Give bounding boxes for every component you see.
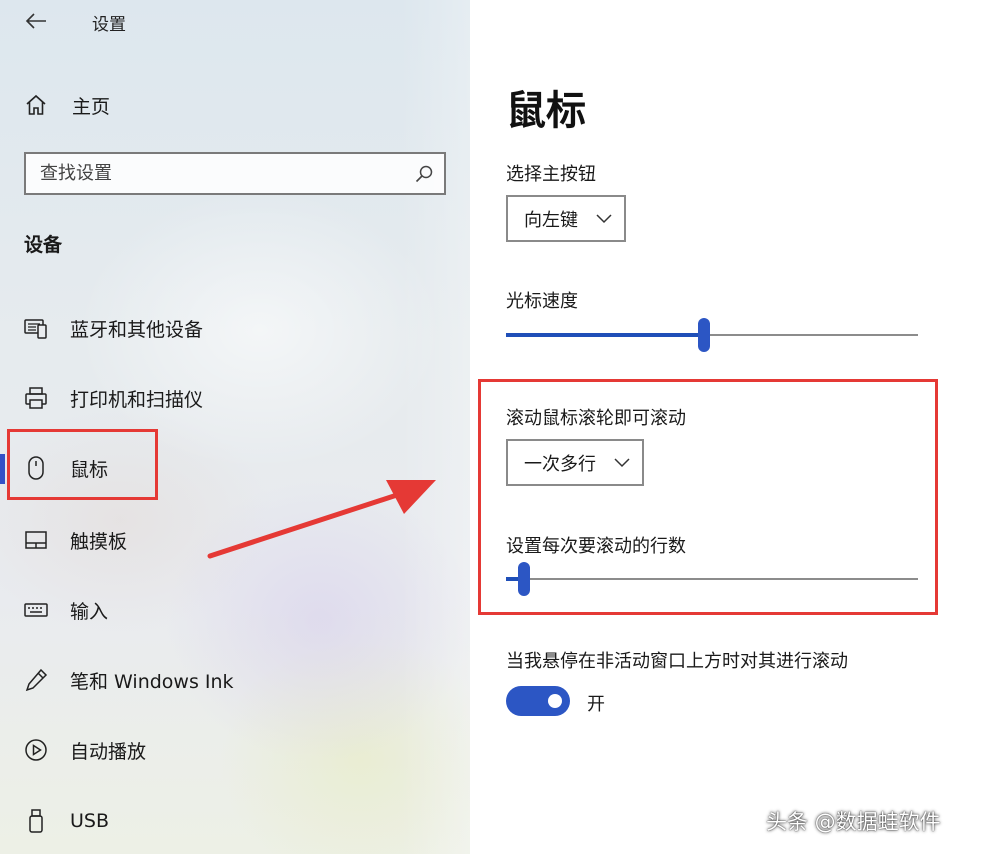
nav-item-bluetooth[interactable]: 蓝牙和其他设备 xyxy=(0,306,470,350)
printer-icon xyxy=(22,384,50,412)
bluetooth-devices-icon xyxy=(22,314,50,342)
nav-item-label: 输入 xyxy=(70,600,109,623)
nav-item-printers[interactable]: 打印机和扫描仪 xyxy=(0,376,470,420)
nav-item-touchpad[interactable]: 触摸板 xyxy=(0,518,470,562)
chevron-down-icon xyxy=(614,457,630,468)
nav-item-typing[interactable]: 输入 xyxy=(0,588,470,632)
toggle-knob xyxy=(548,694,562,708)
usb-icon xyxy=(22,807,50,835)
sidebar-background xyxy=(0,0,470,854)
search-input[interactable] xyxy=(40,163,400,184)
primary-button-dropdown[interactable]: 向左键 xyxy=(506,195,626,242)
nav-item-label: 自动播放 xyxy=(70,740,147,763)
nav-item-label: 笔和 Windows Ink xyxy=(70,670,234,693)
back-button[interactable] xyxy=(22,8,50,34)
slider-fill xyxy=(506,333,704,337)
autoplay-icon xyxy=(22,736,50,764)
nav-item-label: USB xyxy=(70,810,110,832)
sidebar: 设置 主页 设备 蓝牙和其他设备 xyxy=(0,0,470,854)
chevron-down-icon xyxy=(596,213,612,224)
dropdown-value: 一次多行 xyxy=(524,453,596,475)
toggle-state-label: 开 xyxy=(587,694,605,715)
back-arrow-icon xyxy=(25,13,46,29)
primary-button-label: 选择主按钮 xyxy=(506,164,596,185)
cursor-speed-slider[interactable] xyxy=(506,318,918,352)
inactive-scroll-label: 当我悬停在非活动窗口上方时对其进行滚动 xyxy=(506,651,848,672)
lines-per-scroll-label: 设置每次要滚动的行数 xyxy=(506,536,686,557)
section-title: 设备 xyxy=(24,234,63,256)
search-box[interactable] xyxy=(24,152,446,195)
nav-item-pen-ink[interactable]: 笔和 Windows Ink xyxy=(0,658,470,702)
dropdown-value: 向左键 xyxy=(524,209,578,231)
page-title: 鼠标 xyxy=(506,88,586,134)
nav-item-autoplay[interactable]: 自动播放 xyxy=(0,728,470,772)
slider-thumb[interactable] xyxy=(698,318,710,352)
nav-item-label: 触摸板 xyxy=(70,530,128,553)
watermark: 头条 @数据蛙软件 xyxy=(766,810,941,834)
lines-per-scroll-slider[interactable] xyxy=(506,562,918,596)
window-title: 设置 xyxy=(92,15,126,35)
active-indicator xyxy=(0,454,5,484)
nav-item-label: 蓝牙和其他设备 xyxy=(70,318,204,341)
pen-icon xyxy=(22,666,50,694)
touchpad-icon xyxy=(22,526,50,554)
home-icon xyxy=(26,94,46,115)
search-icon[interactable] xyxy=(414,164,434,184)
cursor-speed-label: 光标速度 xyxy=(506,291,578,312)
slider-thumb[interactable] xyxy=(518,562,530,596)
inactive-scroll-toggle[interactable] xyxy=(506,686,570,716)
nav-item-label: 打印机和扫描仪 xyxy=(70,388,204,411)
slider-track xyxy=(506,578,918,580)
nav-home[interactable]: 主页 xyxy=(24,88,444,122)
scroll-wheel-dropdown[interactable]: 一次多行 xyxy=(506,439,644,486)
nav-home-label: 主页 xyxy=(72,95,111,118)
annotation-box-mouse xyxy=(7,429,158,500)
main-content: 鼠标 选择主按钮 向左键 光标速度 滚动鼠标滚轮即可滚动 一次多行 设置每次要滚… xyxy=(470,0,1000,854)
keyboard-icon xyxy=(22,596,50,624)
scroll-wheel-label: 滚动鼠标滚轮即可滚动 xyxy=(506,408,686,429)
nav-item-usb[interactable]: USB xyxy=(0,799,470,843)
